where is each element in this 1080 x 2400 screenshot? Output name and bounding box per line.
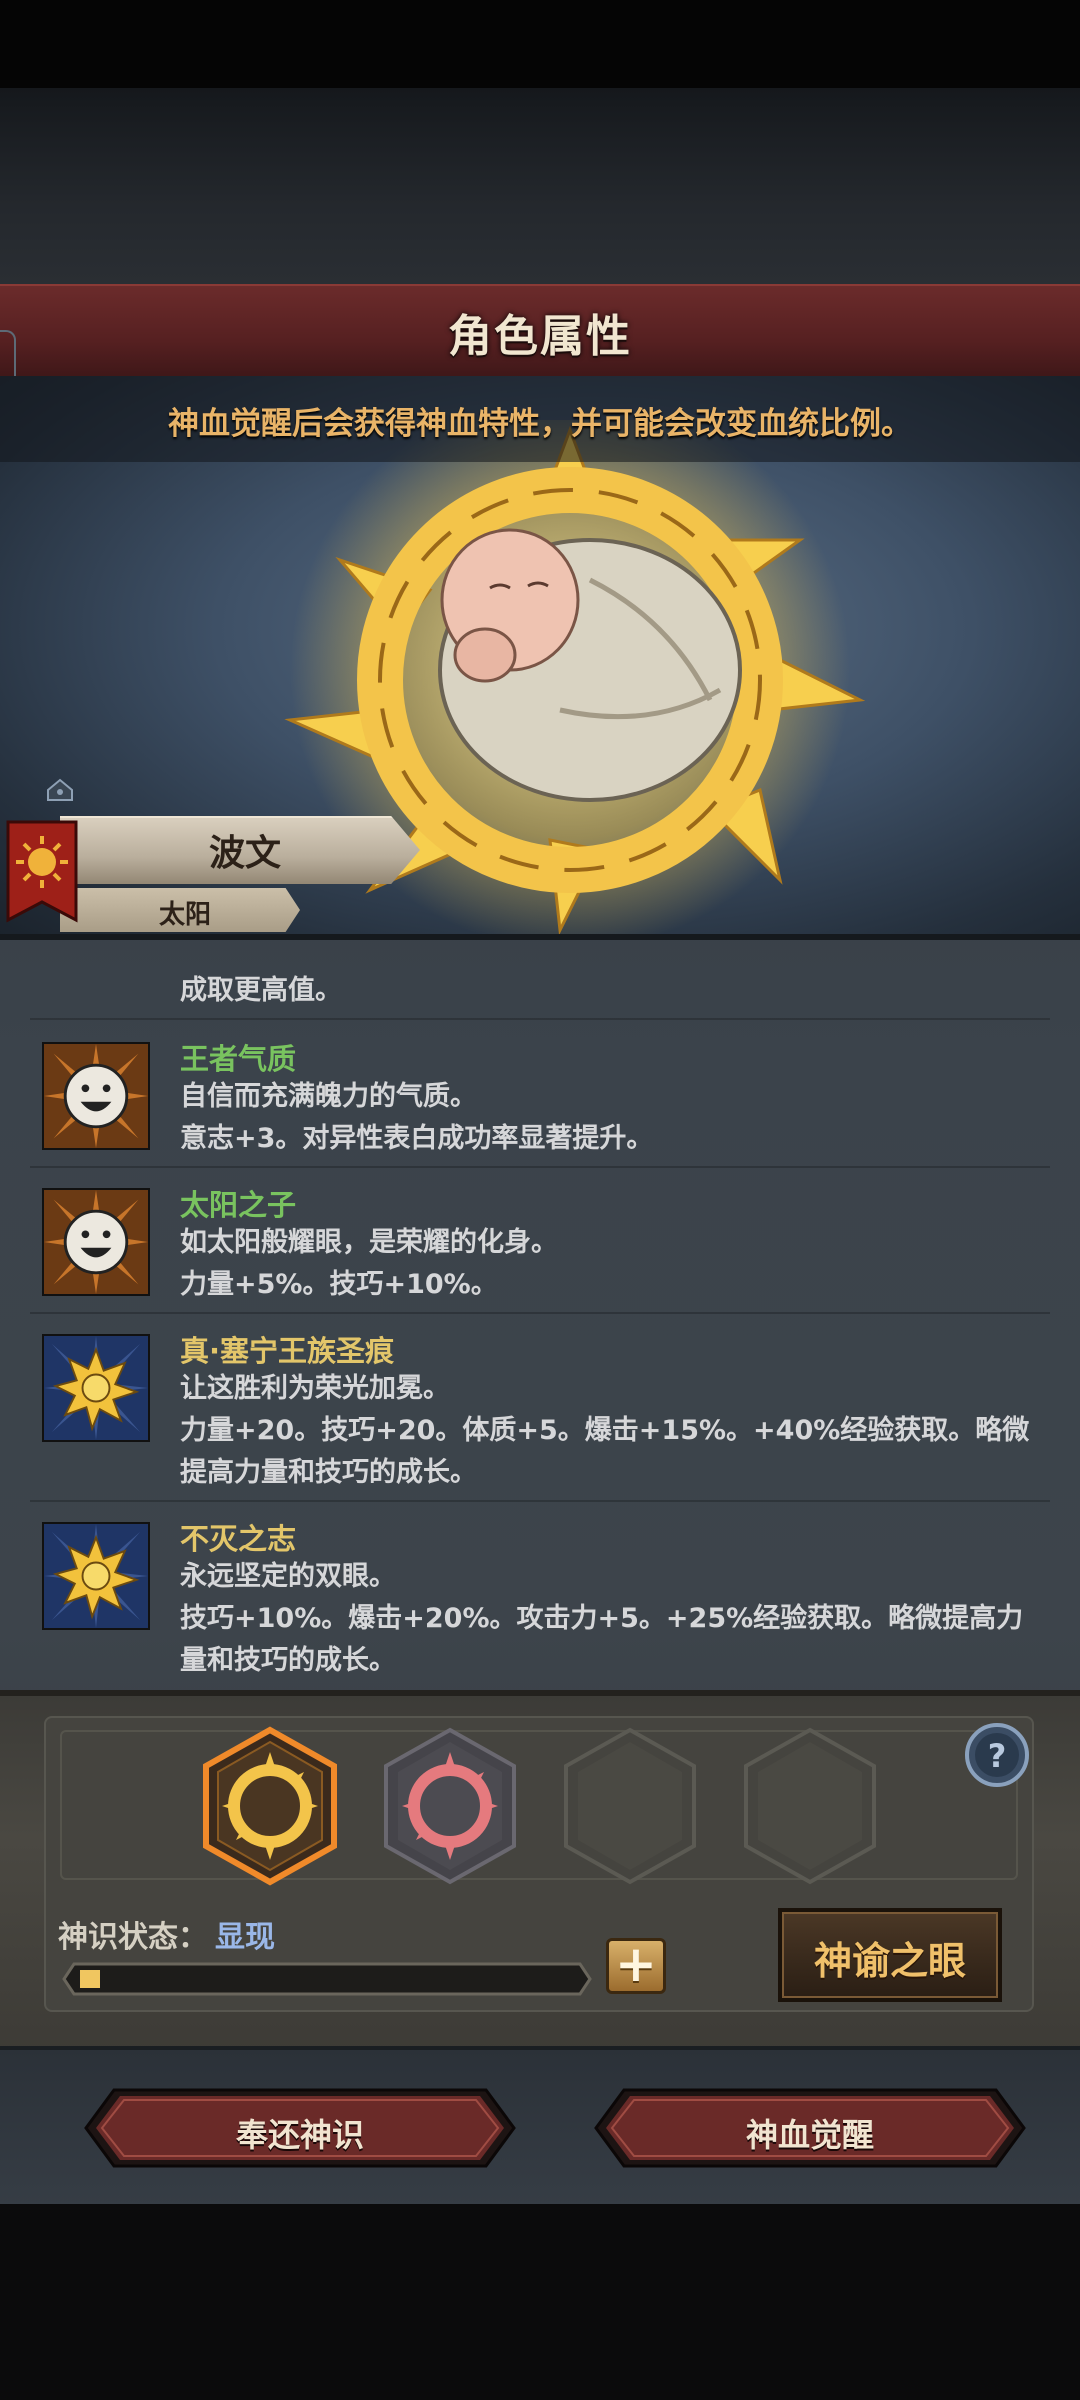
page-title: 角色属性: [448, 311, 632, 362]
page-subtitle: 神血觉醒后会获得神血特性，并可能会改变血统比例。: [168, 406, 912, 442]
golden-sun-sigil-icon: [42, 1334, 150, 1442]
trait-effect: 力量+5%。技巧+10%。: [180, 1269, 498, 1300]
divine-progress-fill: [80, 1970, 100, 1988]
trait-effect-continued: 量和技巧的成长。: [180, 1645, 396, 1676]
divine-slot-gold-sun[interactable]: [200, 1726, 340, 1886]
trait-name: 太阳之子: [180, 1188, 297, 1222]
plus-icon: +: [615, 1935, 657, 1993]
return-divine-label: 奉还神识: [235, 2116, 364, 2154]
trait-effect: 力量+20。技巧+20。体质+5。爆击+15%。+40%经验获取。略微: [180, 1415, 1030, 1446]
divine-status-label: 神识状态：: [58, 1920, 208, 1955]
smiley-sunburst-icon: [42, 1042, 150, 1150]
divine-slot-red-sun[interactable]: [380, 1726, 520, 1886]
awaken-bloodline-label: 神血觉醒: [745, 2116, 874, 2154]
trait-name: 王者气质: [180, 1042, 297, 1076]
house-sun-banner-icon: [6, 820, 78, 923]
character-name: 波文: [208, 833, 281, 874]
divine-slot-empty[interactable]: [740, 1726, 880, 1886]
trait-list[interactable]: 成取更高值。 王者气质 自信而充满魄力的气质。 意志+3。对异性表白成功率显著提…: [0, 940, 1080, 1685]
status-bar-area: [0, 0, 1080, 88]
trait-description: 如太阳般耀眼，是荣耀的化身。: [180, 1227, 558, 1258]
trait-effect-continued: 提高力量和技巧的成长。: [180, 1457, 477, 1488]
divider: [30, 1018, 1050, 1020]
trait-name: 真·塞宁王族圣痕: [180, 1334, 395, 1368]
smiley-sunburst-icon: [42, 1188, 150, 1296]
trait-description: 自信而充满魄力的气质。: [180, 1081, 477, 1112]
golden-sun-sigil-icon: [42, 1522, 150, 1630]
svg-text:?: ?: [988, 1737, 1007, 1775]
trait-effect: 意志+3。对异性表白成功率显著提升。: [180, 1123, 654, 1154]
navigation-bar-area: [0, 2204, 1080, 2400]
top-backdrop: [0, 88, 1080, 284]
character-house: 太阳: [158, 900, 211, 930]
trait-name: 不灭之志: [180, 1522, 297, 1556]
trait-description: 让这胜利为荣光加冕。: [180, 1373, 450, 1404]
divine-progress-bar: [62, 1962, 592, 1996]
oracle-eye-label: 神谕之眼: [813, 1939, 966, 1983]
trait-effect: 技巧+10%。爆击+20%。攻击力+5。+25%经验获取。略微提高力: [180, 1603, 1024, 1634]
trait-partial-line: 成取更高值。: [180, 975, 342, 1006]
divider: [30, 1166, 1050, 1168]
divider: [30, 1312, 1050, 1314]
divine-slot-empty[interactable]: [560, 1726, 700, 1886]
trait-description: 永远坚定的双眼。: [180, 1561, 396, 1592]
divider: [30, 1500, 1050, 1502]
add-divine-button[interactable]: +: [606, 1935, 666, 1994]
help-icon[interactable]: ?: [964, 1722, 1030, 1788]
divine-status-value: 显现: [215, 1920, 275, 1955]
home-icon[interactable]: [46, 778, 74, 802]
